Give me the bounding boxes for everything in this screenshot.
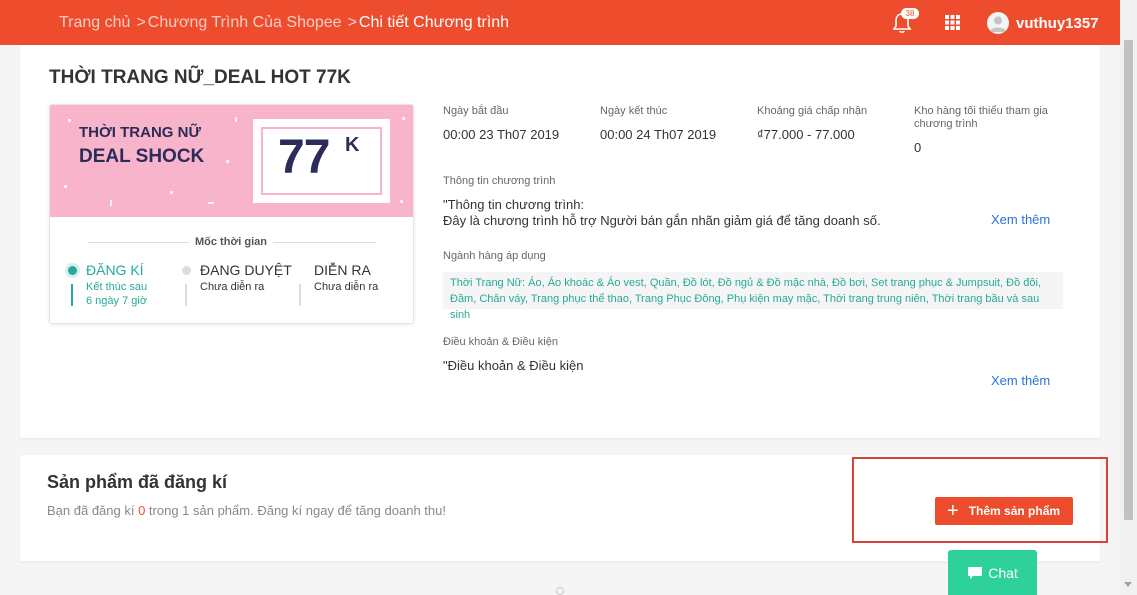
start-date-value: 00:00 23 Th07 2019: [443, 127, 560, 142]
stage-status: Chưa diễn ra: [314, 281, 379, 293]
min-stock-value: 0: [914, 140, 922, 155]
program-title: THỜI TRANG NỮ_DEAL HOT 77K: [49, 67, 351, 88]
price-range-label: Khoảng giá chấp nhận: [757, 105, 868, 117]
stage-dot-icon: [182, 266, 191, 275]
user-avatar-icon[interactable]: [987, 12, 1009, 34]
add-product-button[interactable]: + Thêm sản phẩm: [935, 497, 1073, 525]
end-date-value: 00:00 24 Th07 2019: [600, 127, 717, 142]
chat-label: Chat: [988, 564, 1018, 581]
add-product-label: Thêm sản phẩm: [968, 504, 1061, 518]
notification-badge: 38: [901, 8, 919, 19]
stage-status: Chưa diễn ra: [200, 281, 265, 293]
categories-label: Ngành hàng áp dụng: [443, 250, 546, 262]
terms-text: "Điều khoản & Điều kiện: [443, 358, 584, 373]
banner-line2: DEAL SHOCK: [79, 146, 205, 167]
program-info-label: Thông tin chương trình: [443, 175, 556, 187]
banner-price-box: 77 K: [253, 119, 390, 203]
start-date-label: Ngày bắt đầu: [443, 105, 509, 117]
program-info-see-more-link[interactable]: Xem thêm: [991, 212, 1050, 227]
breadcrumb-separator: >: [136, 14, 146, 31]
breadcrumb: Trang chủ > Chương Trình Của Shopee > Chi ti…: [59, 14, 509, 32]
end-date-label: Ngày kết thúc: [600, 105, 668, 117]
banner-price: 77: [278, 131, 330, 184]
breadcrumb-programs[interactable]: Chương Trình Của Shopee: [148, 14, 342, 32]
registered-products-desc: Bạn đã đăng kí 0 trong 1 sản phẩm. Đăng …: [47, 503, 446, 518]
apps-grid-icon[interactable]: [945, 15, 960, 30]
milestone-label: Mốc thời gian: [189, 236, 273, 248]
terms-label: Điều khoản & Điều kiện: [443, 336, 558, 348]
chat-bubble-icon: [968, 566, 983, 579]
program-info-text: "Thông tin chương trình: Đây là chương t…: [443, 197, 881, 228]
banner-price-suffix: K: [345, 134, 360, 156]
breadcrumb-separator: >: [347, 14, 357, 31]
breadcrumb-current: Chi tiết Chương trình: [358, 14, 510, 31]
min-stock-label: Kho hàng tối thiểu tham gia chương trình: [914, 105, 1048, 130]
scroll-down-arrow-icon[interactable]: [1124, 582, 1132, 587]
loading-spinner-icon: [556, 587, 564, 595]
stage-dot-icon: [68, 266, 77, 275]
stage-name: DIỄN RA: [314, 262, 371, 278]
scrollbar-thumb[interactable]: [1124, 40, 1133, 520]
breadcrumb-home[interactable]: Trang chủ: [59, 14, 130, 32]
registered-products-title: Sản phẩm đã đăng kí: [47, 472, 228, 492]
stage-name: ĐĂNG KÍ: [86, 262, 144, 278]
program-banner: THỜI TRANG NỮ DEAL SHOCK 77 K: [50, 105, 413, 217]
stage-name: ĐANG DUYỆT: [200, 262, 292, 278]
program-banner-card: THỜI TRANG NỮ DEAL SHOCK 77 K Mốc thời g…: [49, 104, 414, 324]
username[interactable]: vuthuy1357: [1016, 15, 1099, 32]
stage-dot-icon: [296, 266, 305, 275]
banner-line1: THỜI TRANG NỮ: [79, 124, 201, 141]
price-range-value: ₫77.000 - 77.000: [757, 127, 855, 142]
stage-status: Kết thúc sau 6 ngày 7 giờ: [86, 281, 148, 307]
plus-icon: +: [947, 500, 959, 522]
categories-list: Thời Trang Nữ: Áo, Áo khoác & Áo vest, Q…: [443, 272, 1063, 321]
chat-button[interactable]: Chat: [948, 550, 1037, 595]
terms-see-more-link[interactable]: Xem thêm: [991, 373, 1050, 388]
